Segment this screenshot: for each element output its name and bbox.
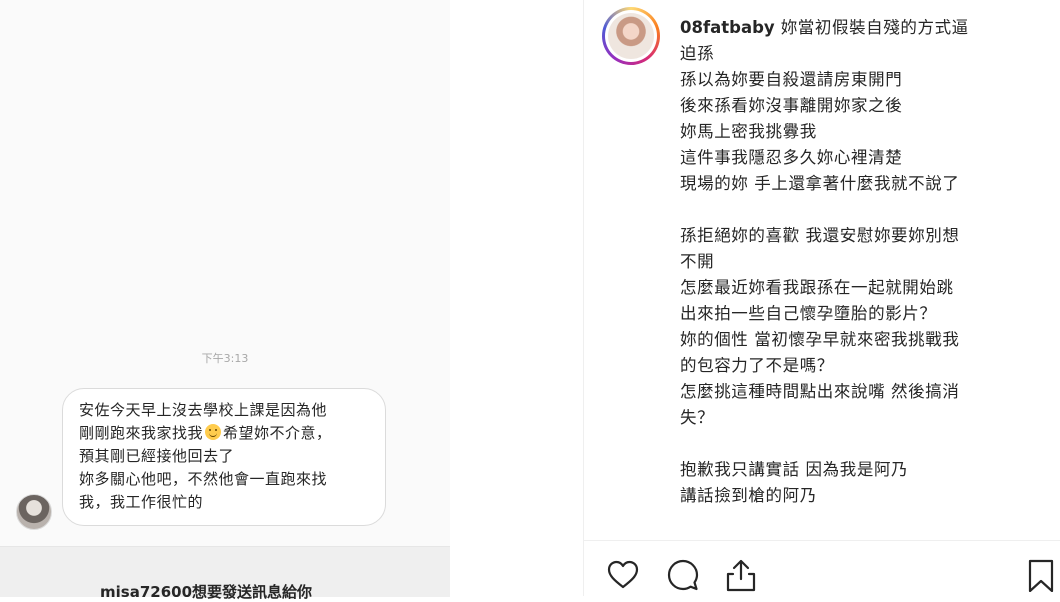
- caption-line: [680, 197, 1040, 223]
- username-link[interactable]: 08fatbaby: [680, 18, 775, 37]
- caption-text: 妳當初假裝自殘的方式逼: [780, 18, 969, 37]
- caption-line: 出來拍一些自己懷孕墮胎的影片？: [680, 304, 937, 323]
- caption-line: 迫孫: [680, 44, 715, 63]
- caption-line: [680, 431, 1040, 457]
- caption-line: 怎麼挑這種時間點出來說嘴 然後搞消: [680, 382, 960, 401]
- share-icon[interactable]: [724, 558, 758, 592]
- caption-line: 這件事我隱忍多久妳心裡清楚: [680, 148, 903, 167]
- message-line: 我，我工作很忙的: [79, 493, 204, 511]
- caption-line: 現場的妳 手上還拿著什麼我就不說了: [680, 174, 960, 193]
- actions-divider: [584, 540, 1060, 541]
- avatar-border: [605, 10, 657, 62]
- avatar-photo: [608, 13, 654, 59]
- caption-line: 講話撿到槍的阿乃: [680, 486, 817, 505]
- caption-line: 的包容力了不是嗎？: [680, 356, 834, 375]
- message-request-text: misa72600想要發送訊息給你: [100, 583, 313, 601]
- caption-line: 不開: [680, 252, 715, 271]
- bookmark-icon[interactable]: [1024, 558, 1058, 592]
- post-caption: 08fatbaby 妳當初假裝自殘的方式逼 迫孫 孫以為妳要自殺還請房東開門 後來…: [680, 15, 1040, 509]
- caption-line: 孫拒絕妳的喜歡 我還安慰妳要妳別想: [680, 226, 960, 245]
- comment-icon[interactable]: [666, 558, 700, 592]
- message-timestamp: 下午3:13: [201, 352, 249, 365]
- caption-line: 失？: [680, 408, 715, 427]
- sender-avatar[interactable]: [16, 494, 52, 530]
- heart-icon[interactable]: [606, 558, 640, 592]
- caption-line: 孫以為妳要自殺還請房東開門: [680, 70, 903, 89]
- message-line: 妳多關心他吧，不然他會一直跑來找: [79, 470, 328, 488]
- caption-line: 怎麼最近妳看我跟孫在一起就開始跳: [680, 278, 954, 297]
- caption-line: 妳的個性 當初懷孕早就來密我挑戰我: [680, 330, 960, 349]
- caption-line: 妳馬上密我挑釁我: [680, 122, 817, 141]
- caption-line: 08fatbaby 妳當初假裝自殘的方式逼: [680, 15, 1040, 41]
- message-line: 預其剛已經接他回去了: [79, 447, 235, 465]
- caption-line: 後來孫看妳沒事離開妳家之後: [680, 96, 903, 115]
- smiling-face-icon: [205, 424, 222, 440]
- caption-line: 抱歉我只講實話 因為我是阿乃: [680, 460, 909, 479]
- profile-avatar[interactable]: [602, 7, 660, 65]
- message-line: 剛剛跑來我家找我 希望妳不介意，: [79, 422, 371, 445]
- message-bubble[interactable]: 安佐今天早上沒去學校上課是因為他 剛剛跑來我家找我 希望妳不介意， 預其剛已經接他…: [62, 388, 386, 526]
- direct-message-panel: 下午3:13 安佐今天早上沒去學校上課是因為他 剛剛跑來我家找我 希望妳不介意， …: [0, 0, 450, 601]
- post-comment-panel: 08fatbaby 妳當初假裝自殘的方式逼 迫孫 孫以為妳要自殺還請房東開門 後來…: [583, 0, 1060, 596]
- message-line-text: 剛剛跑來我家找我: [79, 424, 204, 442]
- message-request-bar[interactable]: misa72600想要發送訊息給你: [0, 546, 450, 601]
- message-line: 安佐今天早上沒去學校上課是因為他: [79, 401, 328, 419]
- message-line-text: 希望妳不介意，: [223, 424, 332, 442]
